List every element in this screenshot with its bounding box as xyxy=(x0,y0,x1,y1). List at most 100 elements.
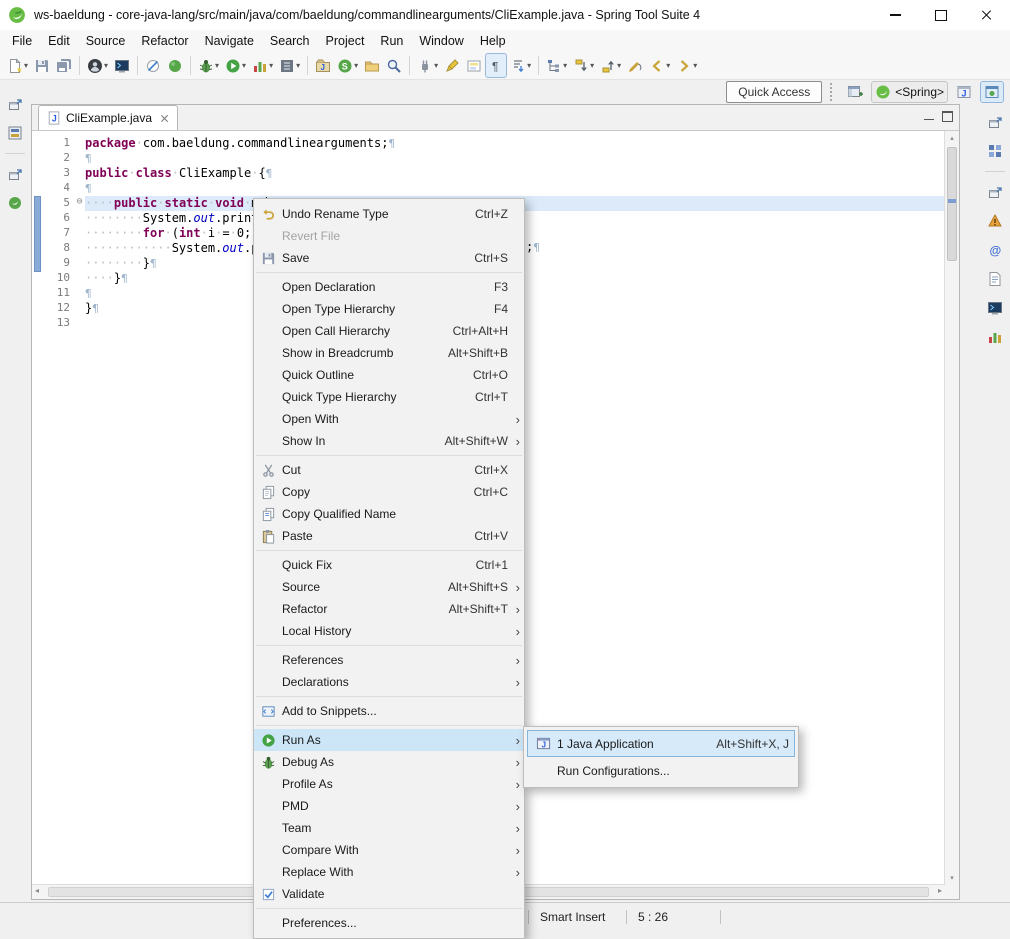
coverage-icon[interactable] xyxy=(249,53,276,78)
show-whitespace-icon[interactable]: ¶ xyxy=(485,53,507,78)
dropdown-caret-icon[interactable] xyxy=(617,61,621,70)
menu-item-open-declaration[interactable]: Open DeclarationF3 xyxy=(254,276,524,298)
external-tools-icon[interactable] xyxy=(276,53,303,78)
menu-item-add-to-snippets[interactable]: Add to Snippets... xyxy=(254,700,524,722)
code-text[interactable]: package·com.baeldung.commandlineargument… xyxy=(85,136,945,151)
menu-source[interactable]: Source xyxy=(78,31,134,51)
next-annotation-icon[interactable] xyxy=(570,53,597,78)
menu-item-compare-with[interactable]: Compare With xyxy=(254,839,524,861)
back-icon[interactable] xyxy=(646,53,673,78)
menu-item-profile-as[interactable]: Profile As xyxy=(254,773,524,795)
maximize-button[interactable] xyxy=(918,0,964,30)
sort-icon[interactable] xyxy=(507,53,534,78)
restore-outline-icon[interactable] xyxy=(983,110,1007,134)
resume-icon[interactable] xyxy=(164,53,186,78)
coverage-view-icon[interactable] xyxy=(983,325,1007,349)
spring-starter-project-icon[interactable]: S xyxy=(334,53,361,78)
menu-item-quick-outline[interactable]: Quick OutlineCtrl+O xyxy=(254,364,524,386)
scroll-up-icon[interactable] xyxy=(945,134,959,142)
menu-search[interactable]: Search xyxy=(262,31,318,51)
tab-close-icon[interactable] xyxy=(160,114,169,123)
java-perspective-icon[interactable]: J xyxy=(952,81,976,103)
declaration-icon[interactable] xyxy=(983,267,1007,291)
menu-item-team[interactable]: Team xyxy=(254,817,524,839)
outline-icon[interactable] xyxy=(983,139,1007,163)
package-explorer-icon[interactable] xyxy=(3,121,27,145)
run-icon[interactable] xyxy=(222,53,249,78)
code-text[interactable]: ¶ xyxy=(85,151,945,166)
previous-annotation-icon[interactable] xyxy=(597,53,624,78)
dropdown-caret-icon[interactable] xyxy=(296,61,300,70)
forward-icon[interactable] xyxy=(673,53,700,78)
menu-item-run-as[interactable]: Run As xyxy=(254,729,524,751)
dropdown-caret-icon[interactable] xyxy=(104,61,108,70)
menu-item-validate[interactable]: Validate xyxy=(254,883,524,905)
menu-item-preferences[interactable]: Preferences... xyxy=(254,912,524,934)
menu-project[interactable]: Project xyxy=(318,31,373,51)
boot-dashboard-icon[interactable] xyxy=(3,191,27,215)
maximize-view-icon[interactable] xyxy=(942,111,953,122)
menu-item-local-history[interactable]: Local History xyxy=(254,620,524,642)
code-text[interactable]: ¶ xyxy=(85,181,945,196)
save-icon[interactable] xyxy=(31,53,53,78)
quick-access-button[interactable]: Quick Access xyxy=(726,81,822,103)
menu-item-refactor[interactable]: RefactorAlt+Shift+T xyxy=(254,598,524,620)
minimize-button[interactable] xyxy=(872,0,918,30)
submenu-item-run-configurations[interactable]: Run Configurations... xyxy=(527,757,795,784)
menu-item-replace-with[interactable]: Replace With xyxy=(254,861,524,883)
restore-package-explorer-icon[interactable] xyxy=(3,92,27,116)
menu-item-open-type-hierarchy[interactable]: Open Type HierarchyF4 xyxy=(254,298,524,320)
menu-item-references[interactable]: References xyxy=(254,649,524,671)
menu-item-open-call-hierarchy[interactable]: Open Call HierarchyCtrl+Alt+H xyxy=(254,320,524,342)
console-view-icon[interactable] xyxy=(983,296,1007,320)
dropdown-caret-icon[interactable] xyxy=(693,61,697,70)
dropdown-caret-icon[interactable] xyxy=(563,61,567,70)
menu-item-save[interactable]: SaveCtrl+S xyxy=(254,247,524,269)
dropdown-caret-icon[interactable] xyxy=(527,61,531,70)
menu-edit[interactable]: Edit xyxy=(40,31,78,51)
minimize-view-icon[interactable] xyxy=(924,119,934,121)
submenu-item-1-java-application[interactable]: J1 Java ApplicationAlt+Shift+X, J xyxy=(527,730,795,757)
user-account-icon[interactable] xyxy=(84,53,111,78)
dropdown-caret-icon[interactable] xyxy=(434,61,438,70)
menu-item-open-with[interactable]: Open With xyxy=(254,408,524,430)
close-button[interactable] xyxy=(964,0,1010,30)
code-text[interactable]: public·class·CliExample·{¶ xyxy=(85,166,945,181)
menu-window[interactable]: Window xyxy=(411,31,471,51)
menu-item-pmd[interactable]: PMD xyxy=(254,795,524,817)
mark-occurrences-icon[interactable] xyxy=(463,53,485,78)
menu-item-copy[interactable]: CopyCtrl+C xyxy=(254,481,524,503)
open-perspective-icon[interactable] xyxy=(843,81,867,103)
tab-cliexample[interactable]: J CliExample.java xyxy=(38,105,178,130)
dropdown-caret-icon[interactable] xyxy=(242,61,246,70)
vertical-scroll-thumb[interactable] xyxy=(947,147,957,261)
toggle-highlight-icon[interactable] xyxy=(441,53,463,78)
dropdown-caret-icon[interactable] xyxy=(590,61,594,70)
menu-item-cut[interactable]: CutCtrl+X xyxy=(254,459,524,481)
scroll-left-icon[interactable] xyxy=(35,886,39,895)
last-edit-location-icon[interactable] xyxy=(624,53,646,78)
active-perspective-icon[interactable] xyxy=(980,81,1004,103)
new-wizard-icon[interactable] xyxy=(4,53,31,78)
javadoc-icon[interactable]: @ xyxy=(983,238,1007,262)
debug-icon[interactable] xyxy=(195,53,222,78)
menu-item-debug-as[interactable]: Debug As xyxy=(254,751,524,773)
menu-item-quick-type-hierarchy[interactable]: Quick Type HierarchyCtrl+T xyxy=(254,386,524,408)
menu-navigate[interactable]: Navigate xyxy=(197,31,262,51)
menu-item-source[interactable]: SourceAlt+Shift+S xyxy=(254,576,524,598)
type-hierarchy-icon[interactable] xyxy=(543,53,570,78)
menu-run[interactable]: Run xyxy=(372,31,411,51)
dropdown-caret-icon[interactable] xyxy=(24,61,28,70)
skip-all-breakpoints-icon[interactable] xyxy=(142,53,164,78)
menu-item-copy-qualified-name[interactable]: Copy Qualified Name xyxy=(254,503,524,525)
menu-item-quick-fix[interactable]: Quick FixCtrl+1 xyxy=(254,554,524,576)
menu-item-show-in-breadcrumb[interactable]: Show in BreadcrumbAlt+Shift+B xyxy=(254,342,524,364)
dropdown-caret-icon[interactable] xyxy=(666,61,670,70)
dropdown-caret-icon[interactable] xyxy=(354,61,358,70)
save-all-icon[interactable] xyxy=(53,53,75,78)
menu-item-revert-file[interactable]: Revert File xyxy=(254,225,524,247)
new-java-project-icon[interactable]: J xyxy=(312,53,334,78)
menu-item-declarations[interactable]: Declarations xyxy=(254,671,524,693)
menu-item-undo-rename-type[interactable]: Undo Rename TypeCtrl+Z xyxy=(254,203,524,225)
restore-boot-dashboard-icon[interactable] xyxy=(3,162,27,186)
